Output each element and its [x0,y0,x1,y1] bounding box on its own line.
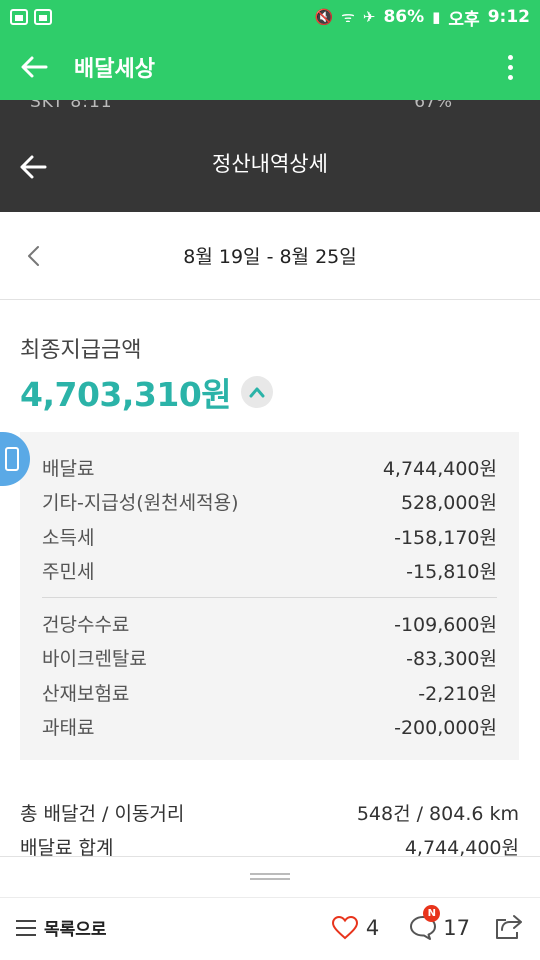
chevron-up-icon[interactable] [241,376,274,408]
app-bar: 배달세상 [0,34,540,100]
breakdown-row-value: 4,744,400원 [382,457,497,480]
breakdown-row-label: 바이크렌탈료 [42,648,147,671]
bottom-nav: 목록으로 4 N 17 [0,897,540,957]
heart-icon [331,915,358,939]
like-button[interactable]: 4 [331,915,380,940]
embedded-battery: 67% [414,100,452,112]
breakdown-row: 배달료 4,744,400원 [42,450,497,485]
drag-handle-icon[interactable] [250,873,290,880]
breakdown-row: 기타-지급성(원천세적용) 528,000원 [42,485,497,520]
breakdown-group-income: 배달료 4,744,400원기타-지급성(원천세적용) 528,000원소득세 -15… [42,450,497,588]
phone-icon [5,447,19,471]
summary-row: 총 배달건 / 이동거리 548건 / 804.6 km [20,795,519,829]
back-arrow-icon[interactable] [18,51,50,83]
back-to-list-button[interactable]: 목록으로 [16,915,107,940]
delivery-summary: 총 배달건 / 이동거리 548건 / 804.6 km 배달료 합계 4,744,4… [20,795,519,863]
comment-button[interactable]: N 17 [409,904,470,941]
status-right: 🔇 ᯤ ✈ 86% ▮ 오후 9:12 [314,5,530,30]
breakdown-row-label: 배달료 [42,457,95,480]
breakdown-group-deductions: 건당수수료 -109,600원바이크렌탈료 -83,300원산재보험료 -2,210원… [42,606,497,744]
breakdown-row-label: 기타-지급성(원천세적용) [42,492,239,515]
gallery-notification-icon [10,9,28,25]
breakdown-row-value: 528,000원 [400,492,497,515]
airplane-icon: ✈ [362,8,376,26]
embedded-header: 정산내역상세 [0,114,540,212]
breakdown-row: 산재보험료 -2,210원 [42,675,497,710]
bottom-area: 목록으로 4 N 17 [0,856,540,960]
breakdown-row-label: 소득세 [42,526,95,549]
breakdown-row-value: -2,210원 [418,682,497,705]
share-icon[interactable] [494,913,524,943]
embedded-back-arrow-icon[interactable] [18,152,48,182]
menu-icon [16,919,36,936]
breakdown-row-label: 과태료 [42,717,95,740]
back-to-list-label: 목록으로 [44,920,107,940]
breakdown-row: 건당수수료 -109,600원 [42,606,497,641]
summary-row-label: 총 배달건 / 이동거리 [20,802,185,825]
breakdown-row-value: -83,300원 [406,648,497,671]
status-ampm: 오후 [448,9,480,30]
breakdown-divider [42,597,497,598]
breakdown-row-value: -158,170원 [394,526,497,549]
mute-icon: 🔇 [314,8,334,26]
summary-row-value: 548건 / 804.6 km [356,802,519,825]
breakdown-row-label: 산재보험료 [42,682,130,705]
battery-icon: ▮ [432,8,441,26]
embedded-status-text: SKT 8:11 [30,100,113,112]
breakdown-row-value: -15,810원 [406,561,497,584]
payment-breakdown: 배달료 4,744,400원기타-지급성(원천세적용) 528,000원소득세 -15… [20,432,519,760]
notification-icons [10,9,52,25]
breakdown-row-label: 주민세 [42,561,95,584]
breakdown-row-label: 건당수수료 [42,613,130,636]
final-payment-amount: 4,703,310원 [20,375,232,414]
app-notification-icon [34,9,52,25]
status-time: 9:12 [487,7,530,27]
breakdown-row: 과태료 -200,000원 [42,710,497,745]
embedded-status-bar: SKT 8:11 67% [0,100,540,114]
breakdown-row: 바이크렌탈료 -83,300원 [42,641,497,676]
comment-count: 17 [443,915,470,940]
battery-percent: 86% [383,7,425,27]
breakdown-row-value: -200,000원 [394,717,497,740]
breakdown-row-value: -109,600원 [394,613,497,636]
breakdown-row: 주민세 -15,810원 [42,554,497,589]
app-title: 배달세상 [74,57,155,82]
date-navigator: 8월 19일 - 8월 25일 [0,212,540,300]
status-bar: 🔇 ᯤ ✈ 86% ▮ 오후 9:12 [0,0,540,34]
final-payment-label: 최종지급금액 [20,338,142,363]
like-count: 4 [365,915,380,940]
wifi-icon: ᯤ [341,8,355,26]
page-title: 정산내역상세 [212,152,328,176]
chevron-left-icon[interactable] [24,244,44,268]
breakdown-row: 소득세 -158,170원 [42,519,497,554]
new-comment-badge: N [423,904,441,922]
date-range: 8월 19일 - 8월 25일 [183,246,357,268]
final-payment-row: 4,703,310원 [20,368,274,416]
more-vert-icon[interactable] [498,51,522,83]
